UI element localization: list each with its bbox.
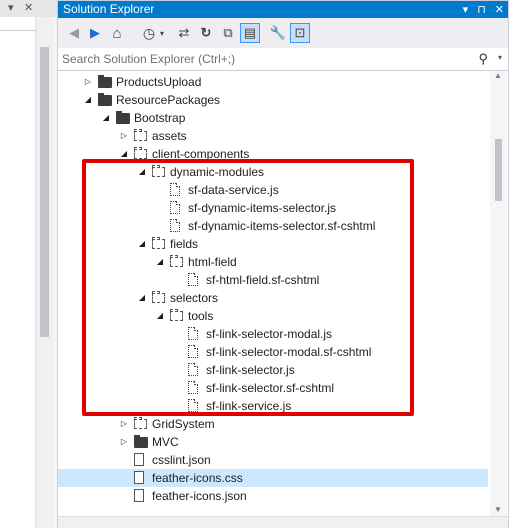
collapse-arrow-icon[interactable]: ◢ bbox=[83, 91, 93, 109]
search-input[interactable] bbox=[62, 50, 462, 67]
file-icon bbox=[134, 489, 144, 502]
pin-icon[interactable]: ⊓ bbox=[477, 3, 486, 16]
folder-icon bbox=[134, 147, 147, 159]
left-close-icon[interactable]: ✕ bbox=[24, 0, 33, 17]
left-scrollbar[interactable] bbox=[36, 17, 53, 528]
toolbar: ◀ ▶ ⌂ ◷ ▾ ⇄ ↻ ⧉ ▤ 🔧 ⊡ bbox=[58, 18, 508, 48]
back-icon[interactable]: ◀ bbox=[66, 23, 82, 43]
left-editor-area[interactable] bbox=[0, 17, 36, 528]
home-icon[interactable]: ⌂ bbox=[108, 23, 126, 43]
scroll-down-icon[interactable]: ▼ bbox=[494, 505, 502, 514]
expand-arrow-icon[interactable]: ▷ bbox=[83, 73, 93, 91]
tree-item[interactable]: ◢ Bootstrap bbox=[58, 109, 490, 127]
panel-title-bar[interactable]: Solution Explorer ▾ ⊓ ✕ bbox=[58, 1, 508, 18]
tree-item-label: feather-icons.css bbox=[152, 471, 243, 485]
forward-icon[interactable]: ▶ bbox=[87, 23, 103, 43]
show-all-files-icon[interactable]: ▤ bbox=[240, 23, 260, 43]
tree-item[interactable]: feather-icons.css bbox=[58, 469, 488, 487]
folder-icon bbox=[116, 111, 130, 124]
folder-icon bbox=[134, 417, 147, 429]
collapse-arrow-icon[interactable]: ◢ bbox=[101, 109, 111, 127]
search-bar: ⚲ ▾ bbox=[58, 48, 508, 71]
tree-item-label: Bootstrap bbox=[134, 111, 186, 125]
tree-item[interactable]: ◢ ResourcePackages bbox=[58, 91, 490, 109]
sync-icon[interactable]: ⇄ bbox=[176, 23, 192, 43]
tree-item-label: ProductsUpload bbox=[116, 75, 202, 89]
history-dropdown-icon[interactable]: ▾ bbox=[158, 23, 166, 43]
file-icon bbox=[134, 453, 144, 466]
tree-item-label: ResourcePackages bbox=[116, 93, 221, 107]
search-icon[interactable]: ⚲ bbox=[478, 51, 488, 67]
left-scrollbar-thumb[interactable] bbox=[40, 47, 49, 337]
tree-item-label: assets bbox=[152, 129, 187, 143]
bottom-scroll-area bbox=[58, 516, 508, 528]
left-dropdown-icon[interactable]: ▾ bbox=[8, 0, 14, 17]
panel-title: Solution Explorer bbox=[63, 2, 155, 16]
tree-item-label: csslint.json bbox=[152, 453, 211, 467]
tree-item-label: MVC bbox=[152, 435, 179, 449]
tree-scrollbar[interactable]: ▲ ▼ bbox=[490, 71, 507, 516]
tree-item[interactable]: ▷ GridSystem bbox=[58, 415, 490, 433]
expand-arrow-icon[interactable]: ▷ bbox=[119, 415, 129, 433]
left-divider bbox=[0, 30, 36, 31]
preview-icon[interactable]: ⊡ bbox=[290, 23, 310, 43]
expand-arrow-icon[interactable]: ▷ bbox=[119, 433, 129, 451]
tree-item-label: feather-icons.json bbox=[152, 489, 247, 503]
panel-dropdown-icon[interactable]: ▾ bbox=[463, 3, 469, 16]
folder-icon bbox=[134, 129, 147, 141]
file-icon bbox=[134, 471, 144, 484]
refresh-icon[interactable]: ↻ bbox=[198, 23, 214, 43]
search-dropdown-icon[interactable]: ▾ bbox=[498, 53, 502, 62]
left-panel-header: ▾ ✕ bbox=[0, 0, 57, 17]
tree-item[interactable]: ▷ assets bbox=[58, 127, 490, 145]
folder-icon bbox=[98, 93, 112, 106]
scrollbar-thumb[interactable] bbox=[495, 139, 502, 201]
collapse-all-icon[interactable]: ⧉ bbox=[220, 23, 236, 43]
tree-item-label: GridSystem bbox=[152, 417, 215, 431]
close-icon[interactable]: ✕ bbox=[495, 3, 504, 16]
tree-item[interactable]: feather-icons.json bbox=[58, 487, 490, 505]
tree-item[interactable]: ▷ ProductsUpload bbox=[58, 73, 490, 91]
highlight-callout bbox=[82, 159, 414, 416]
folder-icon bbox=[98, 75, 112, 88]
folder-icon bbox=[134, 435, 148, 448]
scroll-up-icon[interactable]: ▲ bbox=[494, 71, 502, 80]
left-panel: ▾ ✕ ✣ bbox=[0, 0, 57, 528]
tree-item[interactable]: ▷ MVC bbox=[58, 433, 490, 451]
history-icon[interactable]: ◷ bbox=[140, 23, 158, 43]
tree-item[interactable]: csslint.json bbox=[58, 451, 490, 469]
properties-icon[interactable]: 🔧 bbox=[270, 23, 286, 43]
expand-arrow-icon[interactable]: ▷ bbox=[119, 127, 129, 145]
